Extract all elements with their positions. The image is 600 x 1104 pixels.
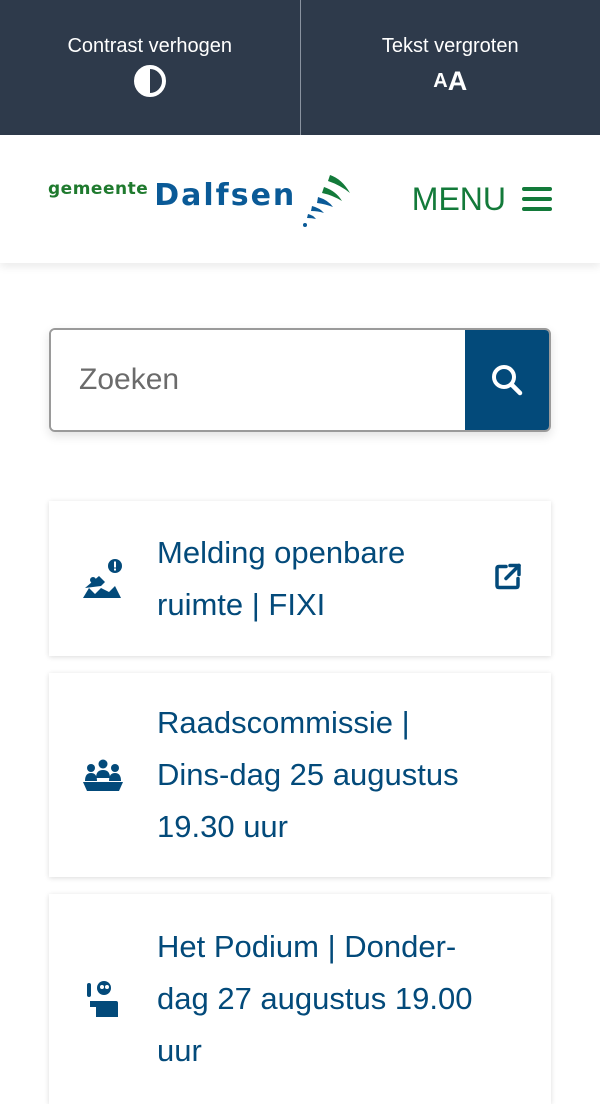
card-melding-openbare-ruimte[interactable]: Melding openbare ruimte | FIXI [49,501,551,656]
accessibility-bar: Contrast verhogen Tekst vergroten AA [0,0,600,135]
external-link-icon [493,561,523,596]
card-label: Raadscommissie | Dins-dag 25 augustus 19… [157,697,487,853]
report-issue-icon [49,558,157,600]
card-het-podium[interactable]: Het Podium | Donder-dag 27 augustus 19.0… [49,894,551,1104]
card-label: Het Podium | Donder-dag 27 augustus 19.0… [157,921,487,1077]
text-size-icon: AA [433,64,467,98]
logo-text-big: Dalfsen [154,178,296,213]
contrast-icon [133,64,167,98]
contrast-button[interactable]: Contrast verhogen [0,0,300,135]
search-icon [489,362,525,398]
search-button[interactable] [465,330,549,430]
logo-mark-icon [300,169,354,233]
search-form [49,328,551,432]
search-input[interactable] [51,330,465,430]
card-label: Melding openbare ruimte | FIXI [157,527,487,631]
site-logo[interactable]: gemeente Dalfsen [48,163,354,227]
contrast-label: Contrast verhogen [67,34,232,58]
menu-button[interactable]: MENU [412,181,552,218]
text-size-label: Tekst vergroten [382,34,519,58]
text-size-icon-big: A [448,66,468,97]
site-header: gemeente Dalfsen MENU [0,135,600,263]
text-size-button[interactable]: Tekst vergroten AA [300,0,600,135]
hamburger-icon [522,187,552,211]
logo-text-small: gemeente [48,179,148,199]
card-raadscommissie[interactable]: Raadscommissie | Dins-dag 25 augustus 19… [49,673,551,877]
meeting-icon [49,758,157,792]
speaker-icon [49,979,157,1019]
menu-label: MENU [412,181,506,218]
text-size-icon-small: A [433,70,447,93]
